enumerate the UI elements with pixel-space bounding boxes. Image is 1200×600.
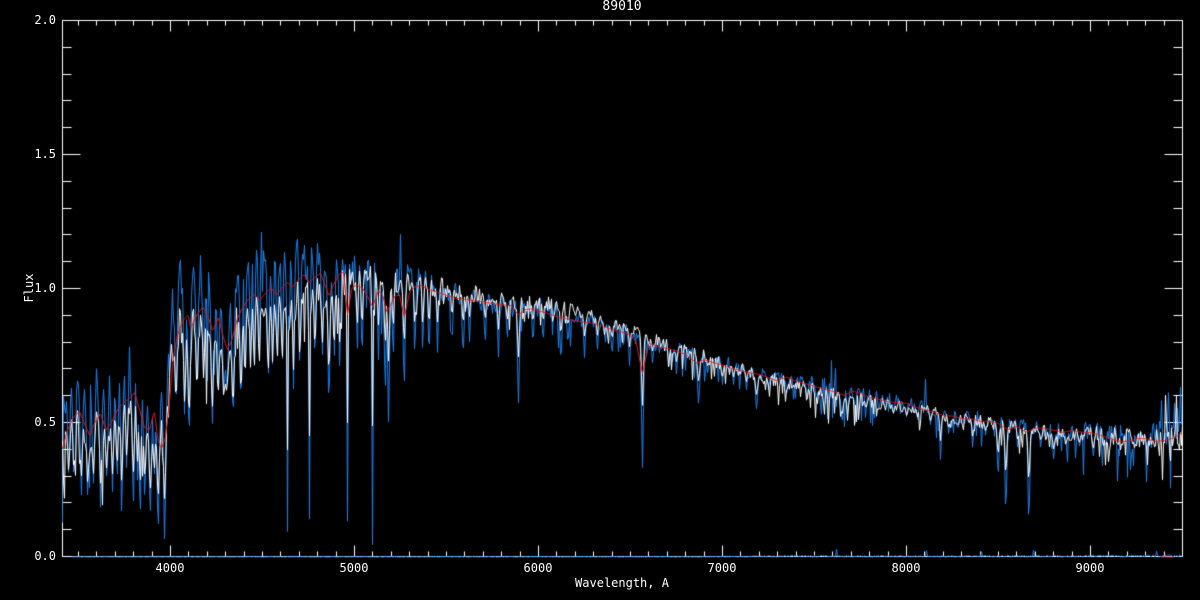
spectrum-plot-window: 89010 Wavelength, A Flux 4000 5000 6000 700… xyxy=(0,0,1200,600)
x-tick-label: 5000 xyxy=(339,561,369,575)
y-tick-label: 0.5 xyxy=(34,415,56,429)
x-tick-label: 7000 xyxy=(707,561,737,575)
y-tick-label: 2.0 xyxy=(34,13,56,27)
y-tick-label: 0.0 xyxy=(34,549,56,563)
y-tick-label: 1.0 xyxy=(34,281,56,295)
x-axis-label: Wavelength, A xyxy=(575,576,669,590)
spectrum-plot-canvas xyxy=(0,0,1200,600)
y-tick-label: 1.5 xyxy=(34,147,56,161)
x-tick-label: 8000 xyxy=(891,561,921,575)
x-tick-label: 6000 xyxy=(523,561,553,575)
x-tick-label: 4000 xyxy=(155,561,185,575)
chart-title: 89010 xyxy=(602,0,642,14)
x-tick-label: 9000 xyxy=(1075,561,1105,575)
